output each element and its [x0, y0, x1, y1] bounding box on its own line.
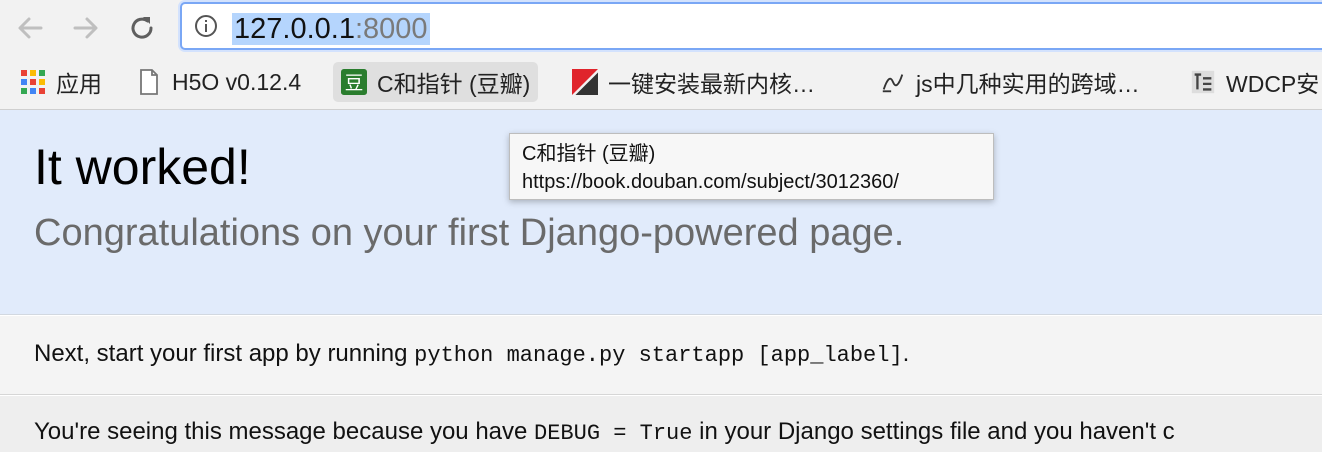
explanation-section: You're seeing this message because you h…	[0, 396, 1322, 452]
next-suffix: .	[902, 340, 910, 367]
back-arrow-icon	[18, 17, 43, 39]
info-icon[interactable]	[194, 14, 218, 38]
tooltip-title: C和指针 (豆瓣)	[522, 143, 656, 165]
bookmark-label: 一键安装最新内核…	[608, 71, 815, 97]
douban-icon: 豆	[341, 69, 367, 95]
svg-text:豆: 豆	[345, 73, 364, 94]
address-bar[interactable]: 127.0.0.1:8000	[180, 2, 1322, 50]
url-port: :8000	[354, 13, 428, 45]
reload-icon	[131, 17, 153, 39]
bookmark-kernel[interactable]: 一键安装最新内核…	[572, 62, 815, 102]
page-title: It worked!	[34, 139, 251, 195]
bookmark-tooltip: C和指针 (豆瓣) https://book.douban.com/subjec…	[509, 133, 994, 200]
forward-arrow-icon	[73, 17, 98, 39]
forward-button[interactable]	[66, 8, 106, 48]
startapp-command: python manage.py startapp [app_label]	[414, 343, 903, 368]
bookmark-douban[interactable]: 豆 C和指针 (豆瓣)	[333, 62, 539, 102]
back-button[interactable]	[10, 8, 50, 48]
page-subtitle: Congratulations on your first Django-pow…	[34, 212, 905, 254]
tooltip-url: https://book.douban.com/subject/3012360/	[522, 171, 899, 193]
bookmark-label: 应用	[56, 71, 102, 97]
explanation-text: You're seeing this message because you h…	[34, 418, 1175, 446]
bookmark-label: C和指针 (豆瓣)	[377, 71, 531, 97]
apps-grid-icon	[20, 69, 46, 95]
script-icon	[880, 69, 906, 95]
next-steps-text: Next, start your first app by running py…	[34, 340, 909, 368]
bookmark-h5o[interactable]: H5O v0.12.4	[136, 62, 301, 102]
bookmark-label: WDCP安	[1226, 71, 1320, 97]
bookmark-js-cors[interactable]: js中几种实用的跨域…	[880, 62, 1140, 102]
bookmark-label: H5O v0.12.4	[172, 68, 302, 95]
next-prefix: Next, start your first app by running	[34, 340, 415, 367]
page-icon	[136, 69, 162, 95]
explain-suffix: in your Django settings file and you hav…	[692, 418, 1175, 445]
explain-prefix: You're seeing this message because you h…	[34, 418, 535, 445]
bookmark-apps[interactable]: 应用	[20, 62, 102, 102]
browser-toolbar: 127.0.0.1:8000 应用 H5O v0.12.4 豆 C和指针 (豆瓣…	[0, 0, 1322, 110]
red-gray-icon	[572, 69, 598, 95]
bookmark-label: js中几种实用的跨域…	[916, 71, 1140, 97]
next-steps-section: Next, start your first app by running py…	[0, 316, 1322, 395]
url-text[interactable]: 127.0.0.1:8000	[232, 12, 430, 46]
bookmark-wdcp[interactable]: WDCP安	[1190, 62, 1319, 102]
url-host: 127.0.0.1	[234, 13, 355, 45]
debug-setting: DEBUG = True	[534, 421, 693, 446]
reload-button[interactable]	[122, 8, 162, 48]
wdcp-icon	[1190, 69, 1216, 95]
